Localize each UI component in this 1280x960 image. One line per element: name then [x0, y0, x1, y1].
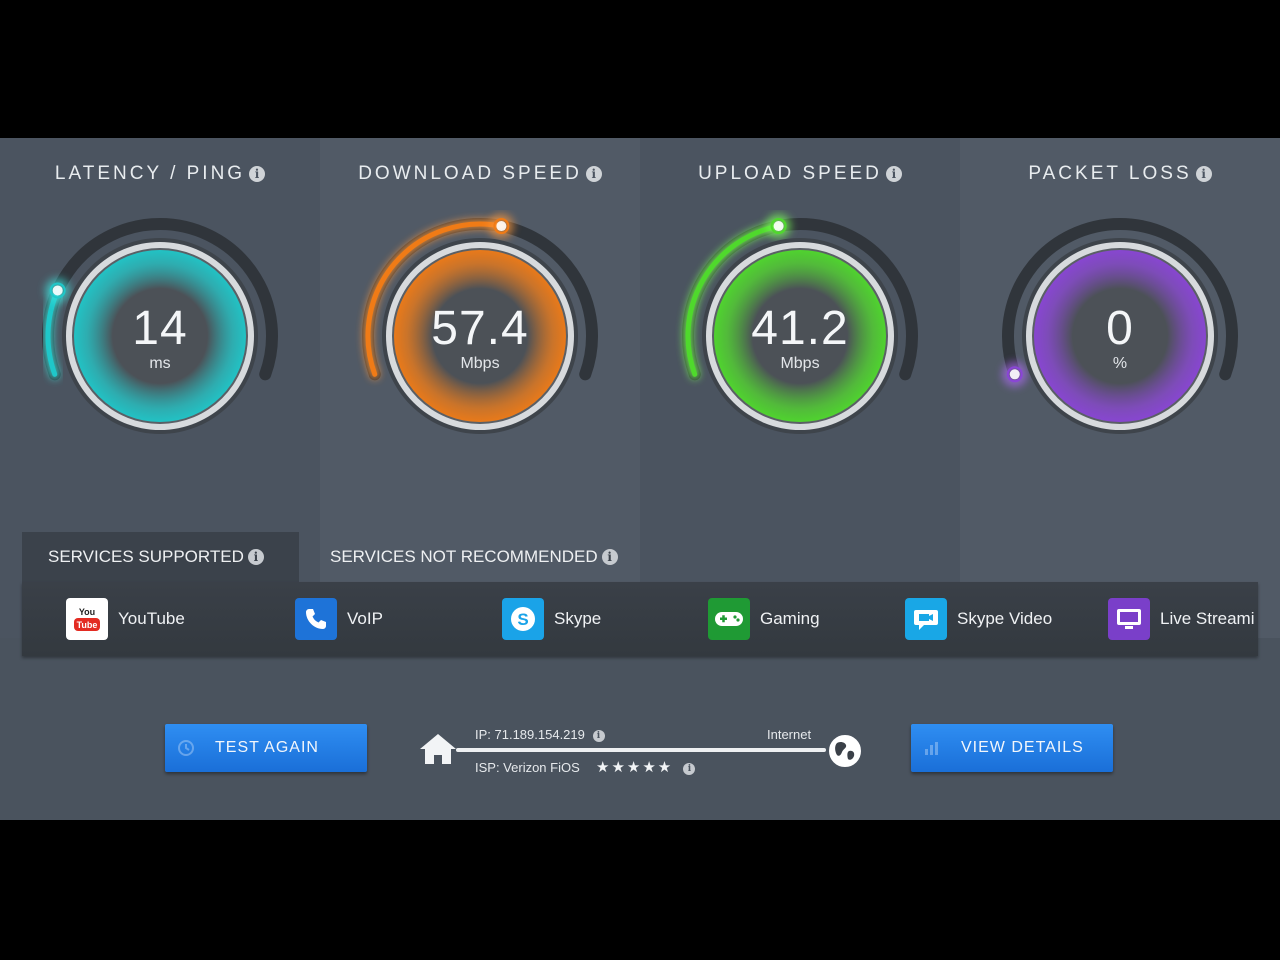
- service-label: Skype: [554, 609, 602, 628]
- info-icon[interactable]: i: [585, 166, 602, 182]
- upload-title: UPLOAD SPEED: [698, 163, 882, 184]
- ip-address: IP: 71.189.154.219: [475, 727, 585, 742]
- info-icon[interactable]: i: [1195, 166, 1212, 182]
- tab-services-supported-label: SERVICES SUPPORTED: [48, 547, 244, 566]
- tab-services-not-recommended[interactable]: SERVICES NOT RECOMMENDED i: [304, 532, 644, 582]
- packet-loss-unit: %: [1112, 355, 1128, 372]
- latency-value: 14: [132, 302, 188, 355]
- gauge-tip-dot: [1009, 369, 1020, 380]
- svg-text:S: S: [517, 610, 528, 629]
- video-icon: [905, 598, 947, 640]
- service-skype-video[interactable]: Skype Video: [905, 582, 1052, 656]
- clock-icon: [178, 740, 194, 756]
- internet-label: Internet: [767, 727, 812, 742]
- service-live-streaming[interactable]: Live Streami: [1108, 582, 1254, 656]
- connection-line: [456, 748, 826, 752]
- youtube-icon: You Tube: [66, 598, 108, 640]
- view-details-label: VIEW DETAILS: [961, 739, 1084, 756]
- skype-icon: S: [502, 598, 544, 640]
- info-icon[interactable]: i: [247, 549, 264, 565]
- info-icon[interactable]: i: [249, 166, 266, 182]
- service-label: VoIP: [347, 609, 383, 628]
- service-label: Gaming: [760, 609, 820, 628]
- download-title: DOWNLOAD SPEED: [358, 163, 582, 184]
- svg-text:You: You: [79, 607, 95, 617]
- gauge-tip-dot: [773, 221, 784, 232]
- latency-unit: ms: [149, 355, 171, 372]
- service-voip[interactable]: VoIP: [295, 582, 383, 656]
- upload-unit: Mbps: [780, 355, 820, 372]
- packet-loss-title: PACKET LOSS: [1028, 163, 1192, 184]
- gamepad-icon: [708, 598, 750, 640]
- tab-services-not-recommended-label: SERVICES NOT RECOMMENDED: [330, 547, 598, 566]
- home-icon: [420, 734, 456, 764]
- gauge-tip-dot: [52, 285, 63, 296]
- service-label: Skype Video: [957, 609, 1053, 628]
- services-tabs: SERVICES SUPPORTED i SERVICES NOT RECOMME…: [22, 532, 1258, 582]
- globe-icon: [827, 733, 863, 769]
- tv-icon: [1108, 598, 1150, 640]
- info-icon[interactable]: i: [683, 763, 696, 775]
- upload-value: 41.2: [751, 302, 849, 355]
- info-icon[interactable]: i: [592, 730, 605, 742]
- download-unit: Mbps: [460, 355, 500, 372]
- view-details-button[interactable]: VIEW DETAILS: [911, 724, 1113, 772]
- gauge-tip-dot: [496, 221, 507, 232]
- services-list: You Tube YouTube VoIP S Skype Gaming Sky…: [22, 582, 1258, 656]
- isp-label: ISP: Verizon FiOS: [475, 760, 580, 775]
- service-skype[interactable]: S Skype: [502, 582, 601, 656]
- chart-icon: [925, 742, 938, 755]
- service-gaming[interactable]: Gaming: [708, 582, 820, 656]
- phone-icon: [295, 598, 337, 640]
- service-label: YouTube: [118, 609, 185, 628]
- packet-loss-value: 0: [1106, 302, 1134, 355]
- download-value: 57.4: [431, 302, 529, 355]
- service-label: Live Streami: [1160, 609, 1255, 628]
- info-icon[interactable]: i: [885, 166, 902, 182]
- tab-services-supported[interactable]: SERVICES SUPPORTED i: [22, 532, 299, 582]
- latency-title: LATENCY / PING: [54, 163, 246, 184]
- info-icon[interactable]: i: [601, 549, 618, 565]
- connection-info: IP: 71.189.154.219 i Internet ISP: Veriz…: [418, 718, 868, 788]
- speedtest-screen: LATENCY / PING i 14 ms DOWNLOAD SPEED i 57…: [0, 138, 1280, 820]
- service-youtube[interactable]: You Tube YouTube: [66, 582, 185, 656]
- test-again-button[interactable]: TEST AGAIN: [165, 724, 367, 772]
- svg-text:Tube: Tube: [77, 620, 98, 630]
- test-again-label: TEST AGAIN: [215, 739, 319, 756]
- isp-rating-stars: ★★★★★: [596, 759, 674, 776]
